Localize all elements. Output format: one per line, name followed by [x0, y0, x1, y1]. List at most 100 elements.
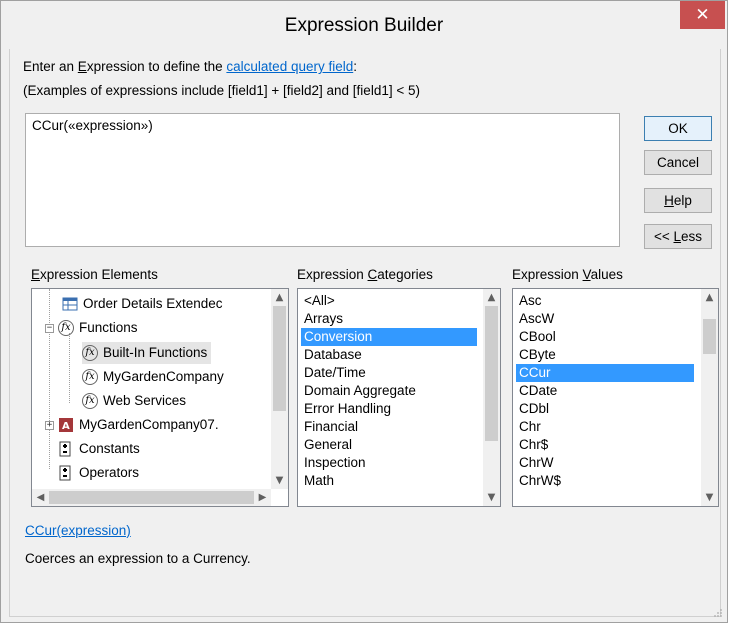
less-prefix: <<: [653, 229, 674, 244]
scroll-up-arrow-icon[interactable]: ▲: [701, 289, 718, 306]
category-item[interactable]: Math: [301, 472, 337, 490]
instruction-text: Enter an: [23, 59, 78, 74]
values-accel: V: [582, 267, 591, 282]
expression-elements-tree[interactable]: Order Details Extendec − fx Functions fx B…: [31, 288, 289, 507]
elements-label: Expression Elements: [31, 267, 158, 282]
svg-text:A: A: [62, 421, 70, 432]
value-item[interactable]: CDate: [516, 382, 560, 400]
resize-grip-icon[interactable]: [713, 608, 723, 618]
scroll-down-arrow-icon[interactable]: ▼: [271, 472, 288, 489]
instruction-text-mid: xpression to define the: [86, 59, 227, 74]
value-item-selected[interactable]: CCur: [516, 364, 694, 382]
scroll-left-arrow-icon[interactable]: ◀: [32, 489, 49, 506]
category-item[interactable]: Domain Aggregate: [301, 382, 419, 400]
function-icon: fx: [82, 345, 98, 362]
tree-line: [49, 289, 50, 469]
database-icon: A: [58, 417, 74, 433]
hscroll-thumb[interactable]: [49, 491, 254, 504]
collapse-functions-toggle[interactable]: −: [45, 324, 54, 333]
tree-item-operators[interactable]: Operators: [58, 462, 139, 484]
category-item[interactable]: Inspection: [301, 454, 369, 472]
tree-item-label: MyGardenCompany: [103, 369, 224, 384]
help-accel: H: [664, 193, 674, 208]
close-button[interactable]: ✕: [680, 1, 725, 29]
categories-vertical-scrollbar[interactable]: ▲ ▼: [483, 289, 500, 506]
values-label-text: alues: [590, 267, 623, 282]
category-item[interactable]: Financial: [301, 418, 361, 436]
categories-label: Expression Categories: [297, 267, 433, 282]
query-icon: [62, 296, 78, 312]
elements-accel: E: [31, 267, 41, 282]
value-item[interactable]: Asc: [516, 292, 545, 310]
tree-item-functions[interactable]: fx Functions: [58, 317, 138, 339]
help-button[interactable]: Help: [644, 188, 712, 213]
ok-button[interactable]: OK: [644, 116, 712, 141]
category-item-selected[interactable]: Conversion: [301, 328, 477, 346]
tree-item-label: Web Services: [103, 393, 187, 408]
scroll-up-arrow-icon[interactable]: ▲: [271, 289, 288, 306]
value-item[interactable]: ChrW: [516, 454, 557, 472]
instruction-line-1: Enter an Expression to define the calcul…: [23, 59, 357, 74]
category-item[interactable]: Database: [301, 346, 365, 364]
categories-label-text: ategories: [377, 267, 433, 282]
function-description: Coerces an expression to a Currency.: [25, 551, 251, 566]
value-item[interactable]: CByte: [516, 346, 559, 364]
scroll-thumb[interactable]: [485, 306, 498, 441]
function-icon: fx: [82, 393, 98, 410]
scroll-right-arrow-icon[interactable]: ▶: [254, 489, 271, 506]
values-vertical-scrollbar[interactable]: ▲ ▼: [701, 289, 718, 506]
category-item[interactable]: General: [301, 436, 355, 454]
instruction-colon: :: [353, 59, 357, 74]
elements-horizontal-scrollbar[interactable]: ◀ ▶: [32, 489, 271, 506]
tree-item-built-in-functions[interactable]: fx Built-In Functions: [82, 342, 212, 364]
close-icon: ✕: [695, 5, 710, 25]
category-item[interactable]: Error Handling: [301, 400, 394, 418]
elements-vertical-scrollbar[interactable]: ▲ ▼: [271, 289, 288, 489]
expand-database-toggle[interactable]: +: [45, 421, 54, 430]
tree-item-web-services[interactable]: fx Web Services: [82, 390, 186, 412]
values-label-pre: Expression: [512, 267, 583, 282]
function-syntax-link[interactable]: CCur(expression): [25, 523, 131, 538]
value-item[interactable]: Chr: [516, 418, 544, 436]
tree-item-label: Constants: [79, 441, 140, 456]
title-bar[interactable]: Expression Builder ✕: [1, 1, 727, 49]
help-label: elp: [673, 193, 692, 208]
less-button[interactable]: << Less: [644, 224, 712, 249]
value-item[interactable]: CBool: [516, 328, 559, 346]
calculated-field-link[interactable]: calculated query field: [226, 59, 353, 74]
tree-item-query[interactable]: Order Details Extendec: [62, 293, 223, 315]
categories-accel: C: [367, 267, 378, 282]
cancel-button[interactable]: Cancel: [644, 150, 712, 175]
instruction-accel: E: [77, 59, 87, 74]
expression-input[interactable]: CCur(«expression»): [25, 113, 620, 247]
scroll-down-arrow-icon[interactable]: ▼: [483, 489, 500, 506]
scroll-up-arrow-icon[interactable]: ▲: [483, 289, 500, 306]
tree-item-database[interactable]: A MyGardenCompany07.: [58, 414, 219, 436]
tree-item-constants[interactable]: Constants: [58, 438, 140, 460]
operators-icon: [58, 465, 74, 481]
expression-values-list[interactable]: Asc AscW CBool CByte CCur CDate CDbl Chr…: [512, 288, 719, 507]
tree-item-label: Order Details Extendec: [83, 296, 223, 311]
expression-builder-dialog: Expression Builder ✕ Enter an Expression…: [0, 0, 728, 623]
scroll-down-arrow-icon[interactable]: ▼: [701, 489, 718, 506]
category-item[interactable]: Date/Time: [301, 364, 369, 382]
values-label: Expression Values: [512, 267, 623, 282]
value-item[interactable]: AscW: [516, 310, 557, 328]
scroll-thumb[interactable]: [273, 306, 286, 411]
value-item[interactable]: ChrW$: [516, 472, 564, 490]
expression-categories-list[interactable]: <All> Arrays Conversion Database Date/Ti…: [297, 288, 501, 507]
tree-item-mygardencompany[interactable]: fx MyGardenCompany: [82, 366, 224, 388]
value-item[interactable]: Chr$: [516, 436, 551, 454]
tree-item-label: Built-In Functions: [103, 345, 208, 360]
instruction-line-2: (Examples of expressions include [field1…: [23, 83, 420, 98]
functions-icon: fx: [58, 320, 74, 337]
tree-item-label: Operators: [79, 465, 140, 480]
expression-text: CCur(«expression»): [32, 118, 153, 133]
scroll-thumb[interactable]: [703, 319, 716, 354]
category-item[interactable]: Arrays: [301, 310, 346, 328]
value-item[interactable]: CDbl: [516, 400, 552, 418]
category-item[interactable]: <All>: [301, 292, 338, 310]
dialog-title: Expression Builder: [284, 15, 444, 36]
tree-line: [69, 333, 70, 403]
tree-item-label: Functions: [79, 320, 138, 335]
